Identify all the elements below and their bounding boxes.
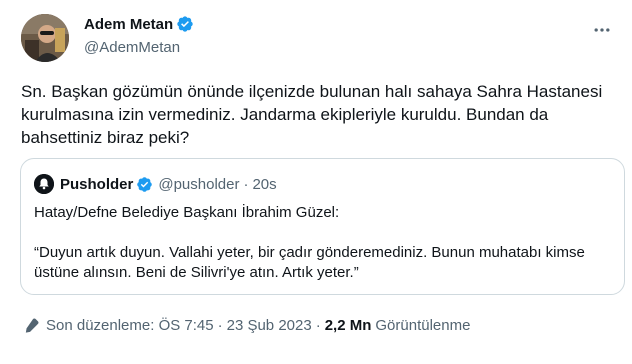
quoted-tweet-body: Hatay/Defne Belediye Başkanı İbrahim Güz… xyxy=(34,203,614,283)
pencil-icon xyxy=(23,317,40,334)
quoted-author-avatar xyxy=(34,174,54,194)
quoted-author-handle: @pusholder xyxy=(158,175,240,193)
quoted-separator: · xyxy=(243,175,249,193)
verified-badge-icon xyxy=(176,15,194,33)
author-display-name[interactable]: Adem Metan xyxy=(84,16,173,33)
tweet-text: Sn. Başkan gözümün önünde ilçenizde bulu… xyxy=(21,82,603,147)
tweet-meta: Son düzenleme: ÖS 7:45 · 23 Şub 2023 · 2… xyxy=(23,317,470,334)
views-count[interactable]: 2,2 Mn xyxy=(325,317,372,334)
quoted-text-line-1: Hatay/Defne Belediye Başkanı İbrahim Güz… xyxy=(34,204,340,221)
quoted-text-line-2: “Duyun artık duyun. Vallahi yeter, bir ç… xyxy=(34,244,585,281)
tweet-header: Adem Metan @AdemMetan xyxy=(21,14,616,64)
quoted-tweet-card[interactable]: Pusholder @pusholder · 20s Hatay/Defne B… xyxy=(20,158,625,295)
avatar-photo xyxy=(21,14,69,62)
author-handle[interactable]: @AdemMetan xyxy=(84,39,180,56)
quoted-tweet-header: Pusholder @pusholder · 20s xyxy=(34,174,277,194)
bell-icon xyxy=(34,174,54,194)
last-edited-link[interactable]: Son düzenleme: ÖS 7:45 xyxy=(46,317,214,334)
quoted-verified-badge-icon xyxy=(136,176,153,193)
author-name-row: Adem Metan xyxy=(84,15,194,33)
quoted-timestamp: 20s xyxy=(252,175,277,193)
views-label: Görüntülenme xyxy=(375,317,471,334)
meta-separator-2: · xyxy=(315,317,321,334)
meta-separator: · xyxy=(217,317,223,334)
quoted-author-name: Pusholder xyxy=(60,175,134,193)
author-avatar[interactable] xyxy=(21,14,69,62)
more-options-icon[interactable] xyxy=(592,20,612,40)
tweet-date[interactable]: 23 Şub 2023 xyxy=(227,317,312,334)
